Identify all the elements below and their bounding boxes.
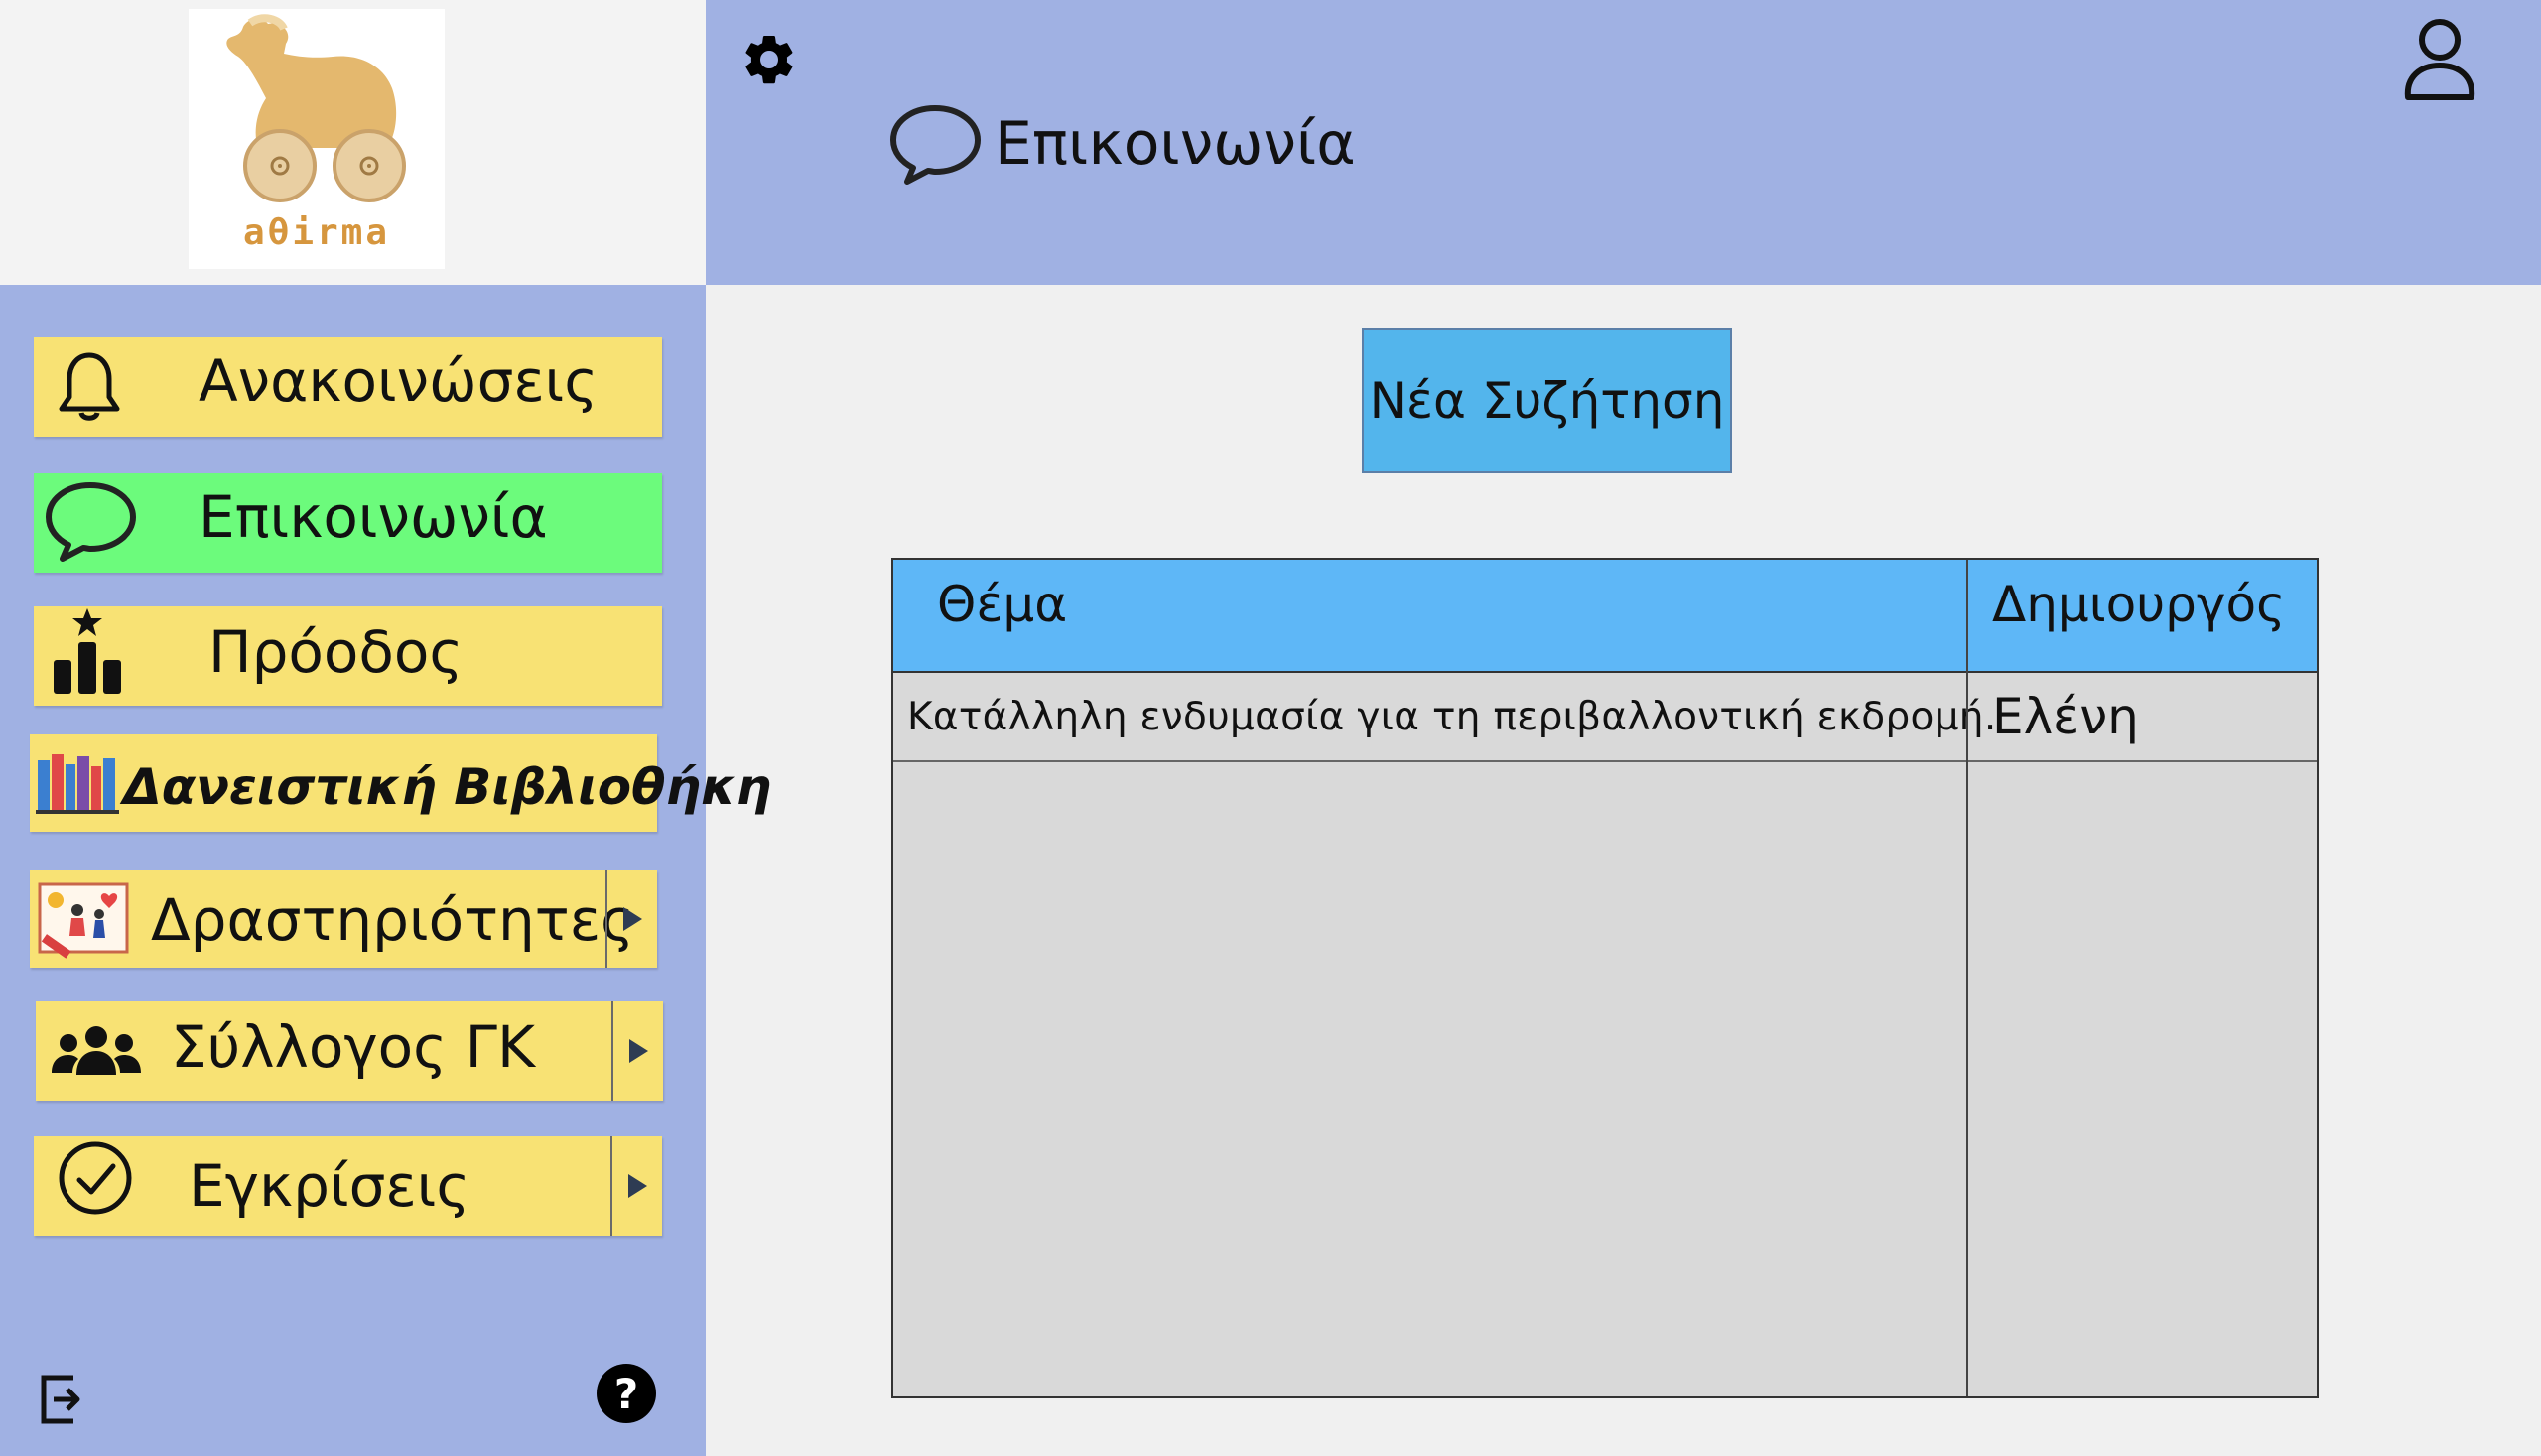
- sidebar-item-communication[interactable]: Επικοινωνία: [34, 473, 662, 573]
- sidebar-item-label: Επικοινωνία: [199, 483, 548, 551]
- books-icon: [36, 752, 119, 814]
- bell-icon: [50, 347, 129, 427]
- logo-text: aθirma: [242, 212, 391, 253]
- sidebar-item-library[interactable]: Δανειστική Βιβλιοθήκη: [30, 734, 771, 832]
- help-icon[interactable]: ?: [597, 1364, 656, 1423]
- submenu-arrow-icon[interactable]: [611, 1001, 663, 1101]
- submenu-arrow-icon[interactable]: [610, 1136, 662, 1236]
- sidebar-item-label: Πρόοδος: [208, 618, 464, 686]
- new-discussion-button[interactable]: Νέα Συζήτηση: [1362, 328, 1732, 473]
- page-header: Επικοινωνία: [888, 94, 1356, 194]
- sidebar-item-progress[interactable]: Πρόοδος: [34, 606, 662, 706]
- table-header: Θέμα Δημιουργός: [893, 560, 2317, 673]
- discussions-table: Θέμα Δημιουργός Κατάλληλη ενδυμασία για …: [891, 558, 2319, 1398]
- sidebar-item-association[interactable]: Σύλλογος ΓΚ: [36, 1001, 663, 1101]
- sidebar-item-label: Δανειστική Βιβλιοθήκη: [123, 758, 772, 816]
- logo-area: aθirma: [0, 0, 706, 285]
- column-header-topic[interactable]: Θέμα: [937, 576, 1067, 633]
- page-title: Επικοινωνία: [995, 109, 1356, 179]
- row-topic-cell[interactable]: Κατάλληλη ενδυμασία για τη περιβαλλοντικ…: [907, 673, 1997, 760]
- people-group-icon: [52, 1023, 141, 1081]
- row-creator-cell: Ελένη: [1992, 688, 2139, 745]
- sidebar-item-label: Εγκρίσεις: [189, 1152, 470, 1220]
- speech-bubble-icon: [890, 104, 981, 185]
- column-divider: [1966, 560, 1968, 1396]
- sidebar-item-label: Σύλλογος ΓΚ: [171, 1013, 535, 1081]
- submenu-arrow-icon[interactable]: [605, 870, 657, 968]
- column-header-creator[interactable]: Δημιουργός: [1992, 576, 2285, 633]
- user-profile-icon[interactable]: [2400, 14, 2479, 103]
- horse-logo-icon: [226, 14, 406, 202]
- settings-gear-icon[interactable]: [739, 30, 799, 89]
- kids-drawing-icon: [38, 882, 129, 964]
- logo[interactable]: aθirma: [189, 9, 445, 269]
- table-row[interactable]: Κατάλληλη ενδυμασία για τη περιβαλλοντικ…: [893, 673, 2317, 762]
- sidebar-item-announcements[interactable]: Ανακοινώσεις: [34, 337, 662, 437]
- check-circle-icon: [56, 1138, 135, 1218]
- logout-icon[interactable]: [38, 1372, 93, 1427]
- sidebar-item-label: Δραστηριότητες: [151, 886, 635, 954]
- sidebar-item-activities[interactable]: Δραστηριότητες: [30, 870, 657, 968]
- sidebar-item-approvals[interactable]: Εγκρίσεις: [34, 1136, 662, 1236]
- speech-bubble-icon: [44, 479, 138, 564]
- sidebar-item-label: Ανακοινώσεις: [199, 347, 599, 415]
- podium-star-icon: [48, 606, 127, 696]
